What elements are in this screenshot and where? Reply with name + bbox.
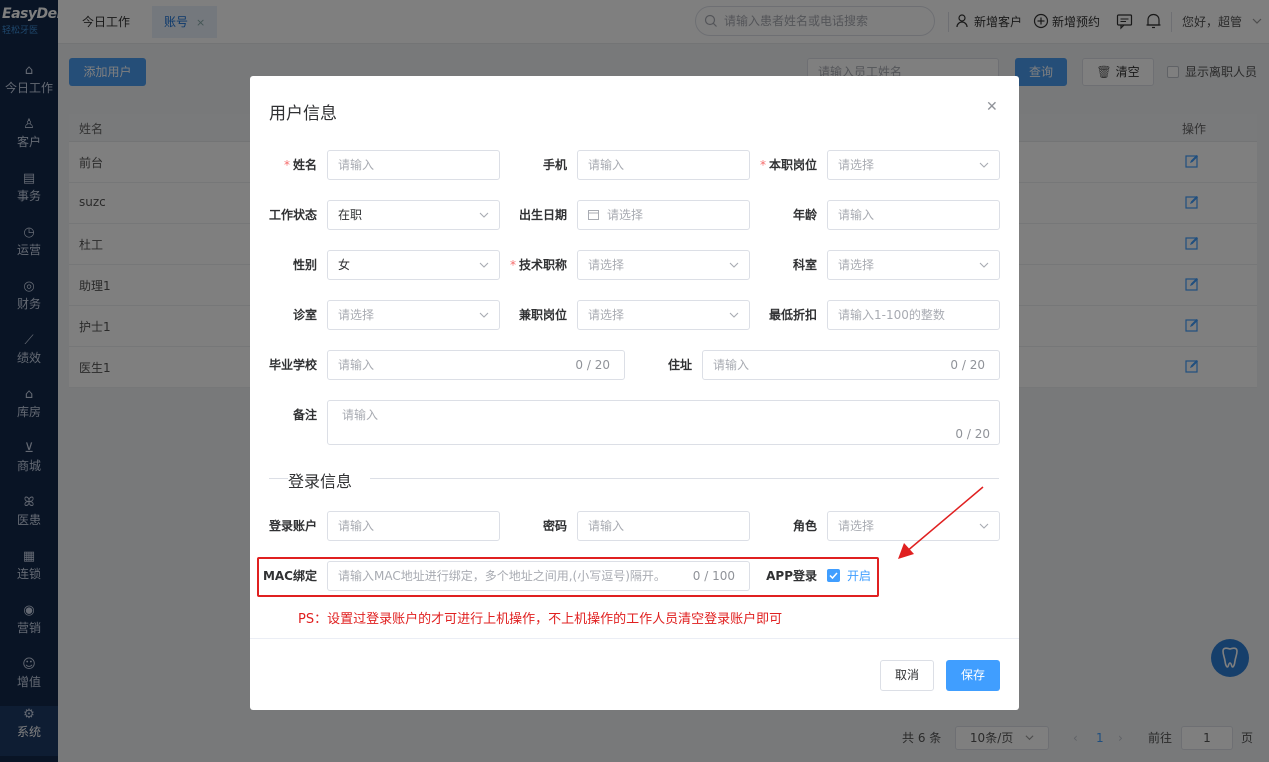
select-value: 女 <box>338 258 351 272</box>
gender-label: 性别 <box>292 258 317 272</box>
clinic-room-select[interactable]: 请选择 <box>327 300 500 330</box>
name-input[interactable]: 请输入 <box>327 150 500 180</box>
textarea-placeholder: 请输入 <box>342 408 379 422</box>
phone-label: 手机 <box>542 158 567 172</box>
password-input[interactable]: 请输入 <box>577 511 750 541</box>
footer-divider <box>250 638 1019 639</box>
age-label: 年龄 <box>792 208 817 222</box>
account-input[interactable]: 请输入 <box>327 511 500 541</box>
clinic-room-label: 诊室 <box>292 308 317 322</box>
chevron-down-icon <box>479 262 489 268</box>
label-text: 技术职称 <box>518 258 567 272</box>
phone-input[interactable]: 请输入 <box>577 150 750 180</box>
char-count: 0 / 20 <box>575 358 610 372</box>
input-placeholder: 请输入 <box>338 358 375 372</box>
chevron-down-icon <box>729 312 739 318</box>
department-label: 科室 <box>792 258 817 272</box>
section-divider <box>269 478 288 479</box>
chevron-down-icon <box>979 162 989 168</box>
user-info-dialog: 用户信息 ✕ * 姓名 请输入 手机 请输入 * 本职岗位 请选择 工作状态 在职 … <box>250 76 1019 710</box>
select-value: 在职 <box>338 208 363 222</box>
position-select[interactable]: 请选择 <box>827 150 1000 180</box>
required-mark: * <box>509 258 516 272</box>
char-count: 0 / 20 <box>955 427 990 441</box>
remark-label: 备注 <box>292 408 317 422</box>
label-text: 本职岗位 <box>768 158 817 172</box>
age-input[interactable]: 请输入 <box>827 200 1000 230</box>
work-status-select[interactable]: 在职 <box>327 200 500 230</box>
school-input[interactable]: 请输入 0 / 20 <box>327 350 625 380</box>
login-note: PS：设置过登录账户的才可进行上机操作，不上机操作的工作人员清空登录账户即可 <box>298 612 783 627</box>
account-label: 登录账户 <box>268 519 317 533</box>
select-placeholder: 请选择 <box>838 519 875 533</box>
required-mark: * <box>759 158 766 172</box>
position-label: * 本职岗位 <box>750 150 817 180</box>
department-select[interactable]: 请选择 <box>827 250 1000 280</box>
part-time-label: 兼职岗位 <box>518 308 567 322</box>
address-input[interactable]: 请输入 0 / 20 <box>702 350 1000 380</box>
part-time-select[interactable]: 请选择 <box>577 300 750 330</box>
chevron-down-icon <box>479 312 489 318</box>
school-label: 毕业学校 <box>268 358 317 372</box>
select-placeholder: 请选择 <box>838 258 875 272</box>
cancel-button[interactable]: 取消 <box>880 660 934 691</box>
annotation-arrow-icon <box>898 486 984 559</box>
min-discount-input[interactable]: 请输入1-100的整数 <box>827 300 1000 330</box>
tech-title-select[interactable]: 请选择 <box>577 250 750 280</box>
annotation-highlight-box <box>257 557 879 597</box>
char-count: 0 / 20 <box>950 358 985 372</box>
login-section-title: 登录信息 <box>288 468 365 492</box>
input-placeholder: 请输入 <box>713 358 750 372</box>
name-label: * 姓名 <box>250 150 317 180</box>
date-placeholder: 请选择 <box>607 208 644 222</box>
dialog-title: 用户信息 <box>269 104 337 124</box>
min-discount-label: 最低折扣 <box>768 308 817 322</box>
select-placeholder: 请选择 <box>338 308 375 322</box>
save-button[interactable]: 保存 <box>946 660 1000 691</box>
calendar-icon <box>588 210 599 220</box>
tech-title-label: * 技术职称 <box>500 250 567 280</box>
role-label: 角色 <box>792 519 817 533</box>
label-text: 姓名 <box>292 158 317 172</box>
remark-textarea[interactable]: 请输入 0 / 20 <box>327 400 1000 445</box>
chevron-down-icon <box>729 262 739 268</box>
close-icon[interactable]: ✕ <box>986 99 998 115</box>
birth-date-label: 出生日期 <box>518 208 567 222</box>
required-mark: * <box>283 158 290 172</box>
gender-select[interactable]: 女 <box>327 250 500 280</box>
select-placeholder: 请选择 <box>588 258 625 272</box>
select-placeholder: 请选择 <box>838 158 875 172</box>
chevron-down-icon <box>479 212 489 218</box>
address-label: 住址 <box>667 358 692 372</box>
section-divider <box>370 478 999 479</box>
work-status-label: 工作状态 <box>268 208 317 222</box>
password-label: 密码 <box>542 519 567 533</box>
select-placeholder: 请选择 <box>588 308 625 322</box>
birth-date-picker[interactable]: 请选择 <box>577 200 750 230</box>
chevron-down-icon <box>979 262 989 268</box>
